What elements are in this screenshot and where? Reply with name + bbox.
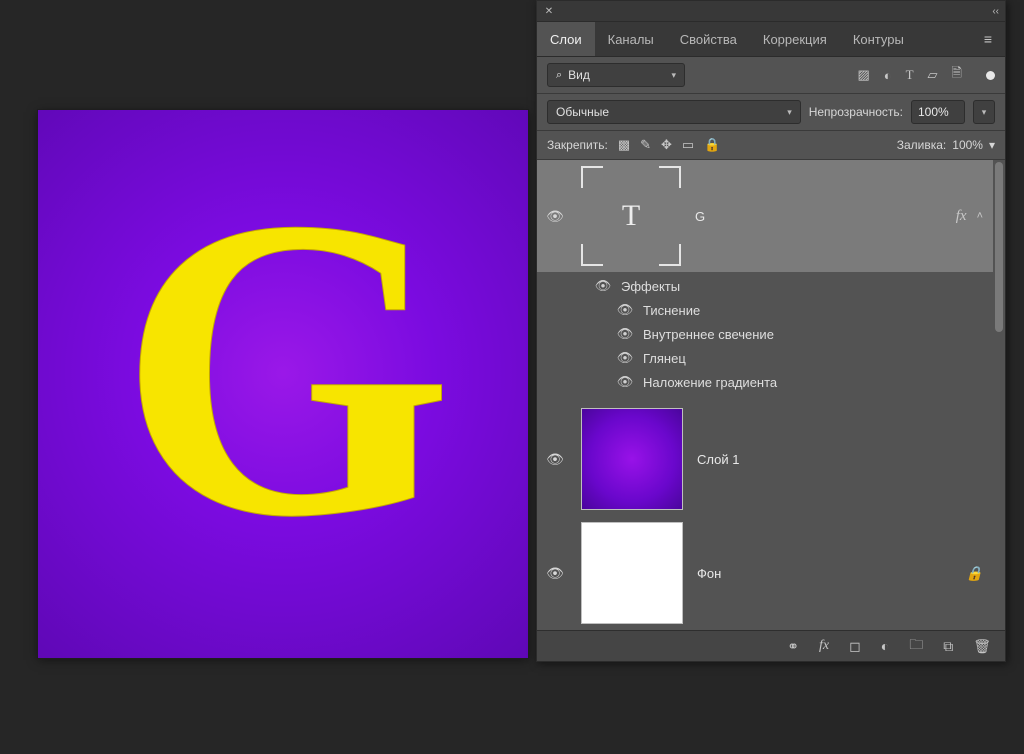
lock-transparency-icon[interactable]: ▩ <box>618 137 630 153</box>
lock-icon[interactable]: 🔒 <box>966 565 983 582</box>
filter-text-icon[interactable]: T <box>906 67 914 83</box>
opacity-value-field[interactable]: 100% <box>911 100 965 124</box>
lock-paint-icon[interactable]: ✎ <box>640 137 651 153</box>
visibility-eye-icon[interactable]: 👁 <box>593 278 613 294</box>
tab-paths[interactable]: Контуры <box>840 22 917 56</box>
tab-channels[interactable]: Каналы <box>595 22 667 56</box>
lock-fill-row: Закрепить: ▩ ✎ ✥ ▭ 🔒 Заливка: 100% ▾ <box>537 131 1005 160</box>
opacity-value: 100% <box>918 105 949 119</box>
filter-image-icon[interactable]: ▨ <box>857 67 869 83</box>
layers-panel: ✕ ‹‹ Слои Каналы Свойства Коррекция Конт… <box>536 0 1006 662</box>
opacity-dropdown-chevron[interactable]: ▾ <box>973 100 995 124</box>
lock-all-icon[interactable]: 🔒 <box>704 137 720 153</box>
filter-shape-icon[interactable]: ▱ <box>928 67 938 83</box>
visibility-eye-icon[interactable]: 👁 <box>615 326 635 342</box>
panel-menu-icon[interactable]: ≡ <box>971 22 1005 56</box>
filter-kind-label: Вид <box>568 68 590 82</box>
effects-header-label: Эффекты <box>621 279 680 294</box>
filter-adjust-icon[interactable]: ◐ <box>884 68 892 83</box>
layer-effects-sublist: 👁 Эффекты 👁 Тиснение 👁 Внутреннее свечен… <box>537 272 993 402</box>
effect-label: Внутреннее свечение <box>643 327 774 342</box>
layer-name[interactable]: G <box>695 209 705 224</box>
visibility-eye-icon[interactable]: 👁 <box>543 565 567 582</box>
effect-inner-glow[interactable]: 👁 Внутреннее свечение <box>593 322 993 346</box>
filter-type-icons: ▨ ◐ T ▱ 🗎 <box>857 64 995 86</box>
layer-name[interactable]: Фон <box>697 566 721 581</box>
lock-move-icon[interactable]: ✥ <box>661 137 672 153</box>
scrollbar-vertical[interactable] <box>995 162 1003 332</box>
search-icon: ⌕ <box>556 69 562 82</box>
new-layer-icon[interactable]: ⧉ <box>943 638 953 655</box>
chevron-down-icon: ▾ <box>671 70 676 81</box>
fill-value: 100% <box>952 138 983 152</box>
effect-satin[interactable]: 👁 Глянец <box>593 346 993 370</box>
tab-props[interactable]: Свойства <box>667 22 750 56</box>
layer-list: 👁 T G fx ˄ 👁 Эффекты 👁 <box>537 160 1005 630</box>
tab-layers[interactable]: Слои <box>537 22 595 56</box>
expand-effects-icon[interactable]: ˄ <box>977 210 983 222</box>
panel-titlebar: ✕ ‹‹ <box>537 1 1005 22</box>
blend-opacity-row: Обычные ▾ Непрозрачность: 100% ▾ <box>537 94 1005 131</box>
document-canvas[interactable]: G <box>38 110 528 658</box>
visibility-eye-icon[interactable]: 👁 <box>543 451 567 468</box>
fill-value-field[interactable]: 100% <box>952 138 983 152</box>
filter-toggle-dot[interactable] <box>986 71 995 80</box>
effect-label: Глянец <box>643 351 686 366</box>
tab-adjust[interactable]: Коррекция <box>750 22 840 56</box>
lock-label: Закрепить: <box>547 138 608 152</box>
blend-mode-value: Обычные <box>556 105 609 119</box>
lock-artboard-icon[interactable]: ▭ <box>682 137 694 153</box>
layer-item-background[interactable]: 👁 Фон 🔒 <box>537 516 993 630</box>
visibility-eye-icon[interactable]: 👁 <box>543 208 567 225</box>
collapse-icon[interactable]: ‹‹ <box>992 6 999 17</box>
close-icon[interactable]: ✕ <box>543 5 555 17</box>
fx-badge-icon[interactable]: fx <box>956 208 967 225</box>
filter-kind-dropdown[interactable]: ⌕ Вид ▾ <box>547 63 685 87</box>
effect-label: Наложение градиента <box>643 375 777 390</box>
filter-smart-icon[interactable]: 🗎 <box>952 64 962 86</box>
visibility-eye-icon[interactable]: 👁 <box>615 302 635 318</box>
effects-header[interactable]: 👁 Эффекты <box>593 274 993 298</box>
layer-thumbnail-purple[interactable] <box>581 408 683 510</box>
trash-icon[interactable]: 🗑 <box>973 638 991 655</box>
visibility-eye-icon[interactable]: 👁 <box>615 374 635 390</box>
opacity-label: Непрозрачность: <box>809 105 903 119</box>
layer-thumbnail-text[interactable]: T <box>581 166 681 266</box>
layer-bottom-toolbar: ⚭ fx ◻ ◐ 🗀 ⧉ 🗑 <box>537 630 1005 661</box>
chevron-down-icon: ▾ <box>787 107 792 118</box>
text-layer-icon: T <box>622 199 640 233</box>
effect-gradient-overlay[interactable]: 👁 Наложение градиента <box>593 370 993 394</box>
fx-icon[interactable]: fx <box>819 638 829 654</box>
link-layers-icon[interactable]: ⚭ <box>787 638 799 655</box>
group-icon[interactable]: 🗀 <box>909 634 923 658</box>
visibility-eye-icon[interactable]: 👁 <box>615 350 635 366</box>
effect-bevel[interactable]: 👁 Тиснение <box>593 298 993 322</box>
layer-item-text-g[interactable]: 👁 T G fx ˄ <box>537 160 993 272</box>
layer-thumbnail-white[interactable] <box>581 522 683 624</box>
panel-tabs: Слои Каналы Свойства Коррекция Контуры ≡ <box>537 22 1005 57</box>
canvas-letter-g: G <box>119 153 447 583</box>
blend-mode-dropdown[interactable]: Обычные ▾ <box>547 100 801 124</box>
fill-dropdown-chevron[interactable]: ▾ <box>989 138 995 152</box>
fill-label: Заливка: <box>897 138 947 152</box>
layer-filter-row: ⌕ Вид ▾ ▨ ◐ T ▱ 🗎 <box>537 57 1005 94</box>
adjustment-icon[interactable]: ◐ <box>881 638 889 654</box>
effect-label: Тиснение <box>643 303 700 318</box>
mask-icon[interactable]: ◻ <box>849 638 861 655</box>
layer-item-layer1[interactable]: 👁 Слой 1 <box>537 402 993 516</box>
lock-icons: ▩ ✎ ✥ ▭ 🔒 <box>618 137 721 153</box>
layer-name[interactable]: Слой 1 <box>697 452 739 467</box>
